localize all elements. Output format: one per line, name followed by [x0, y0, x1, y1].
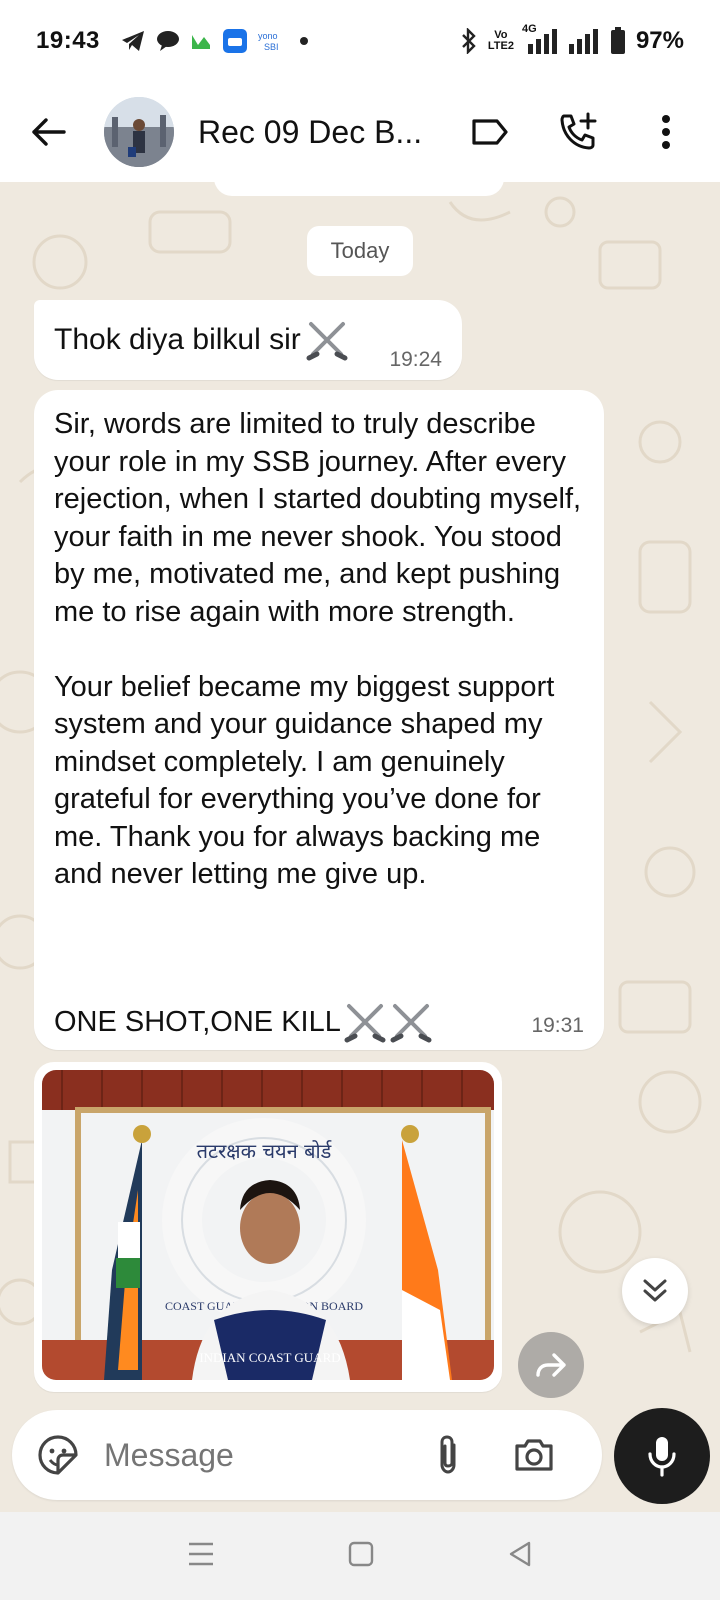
back-button[interactable]	[20, 104, 76, 160]
status-bar: 19:43 yono SBI Vo LTE2 4G 97%	[0, 0, 720, 82]
paperclip-icon	[440, 1435, 456, 1474]
home-button[interactable]	[348, 1541, 374, 1572]
photo-image: तटरक्षक चयन बोर्ड COAST GUARD SELECTION …	[42, 1070, 494, 1380]
chat-title[interactable]: Rec 09 Dec B...	[198, 114, 448, 151]
shirt-text: INDIAN COAST GUARD	[199, 1350, 340, 1365]
message-bubble-1[interactable]: Thok diya bilkul sir 19:24	[34, 300, 462, 380]
more-vert-icon	[662, 115, 670, 149]
message-text-1: Thok diya bilkul sir	[54, 318, 349, 362]
menu-lines-icon	[188, 1542, 213, 1565]
crossed-swords-icon	[306, 322, 348, 361]
sticker-button[interactable]	[34, 1431, 82, 1479]
message-text-2: Sir, words are limited to truly describe…	[54, 408, 582, 890]
system-nav-bar	[0, 1512, 720, 1600]
status-time: 19:43	[36, 27, 100, 54]
battery-percent: 97%	[635, 27, 684, 54]
message-composer	[0, 1400, 720, 1512]
sign-text: तटरक्षक चयन बोर्ड	[197, 1139, 333, 1163]
signal-icon	[568, 28, 600, 54]
label-button[interactable]	[466, 108, 514, 156]
contact-avatar[interactable]	[104, 97, 174, 167]
svg-text:yono: yono	[258, 31, 278, 41]
message-input-container[interactable]	[12, 1410, 602, 1500]
bank-app-icon	[222, 28, 248, 54]
message-time-1: 19:24	[389, 348, 442, 371]
signal-4g-icon: 4G	[522, 24, 558, 54]
nav-back-button[interactable]	[507, 1540, 533, 1573]
scroll-to-bottom-button[interactable]	[622, 1258, 688, 1324]
volte-icon: Vo LTE2	[487, 29, 514, 52]
green-app-icon	[190, 31, 212, 51]
recents-button[interactable]	[187, 1541, 215, 1572]
voice-record-button[interactable]	[614, 1408, 710, 1504]
forward-button[interactable]	[518, 1332, 584, 1398]
crossed-swords-icon	[344, 1004, 386, 1043]
telegram-icon	[120, 30, 146, 52]
attach-button[interactable]	[426, 1433, 470, 1477]
phone-plus-icon	[560, 112, 597, 150]
chat-header: Rec 09 Dec B...	[0, 82, 720, 182]
home-square-icon	[348, 1541, 374, 1566]
bluetooth-icon	[460, 28, 478, 54]
back-arrow-icon	[32, 118, 66, 146]
svg-text:SBI: SBI	[264, 42, 279, 52]
label-icon	[472, 119, 508, 145]
more-notifications-dot	[299, 37, 308, 45]
battery-icon	[610, 27, 626, 55]
forward-icon	[536, 1353, 566, 1377]
crossed-swords-icon	[390, 1004, 432, 1043]
date-chip: Today	[307, 226, 413, 276]
previous-message-edge	[214, 182, 504, 196]
image-message[interactable]: तटरक्षक चयन बोर्ड COAST GUARD SELECTION …	[34, 1062, 502, 1392]
camera-button[interactable]	[510, 1431, 558, 1479]
microphone-icon	[648, 1437, 676, 1477]
double-chevron-down-icon	[643, 1279, 667, 1302]
camera-icon	[515, 1439, 553, 1471]
photo-thumbnail[interactable]: तटरक्षक चयन बोर्ड COAST GUARD SELECTION …	[42, 1070, 494, 1380]
more-options-button[interactable]	[642, 108, 690, 156]
message-time-2: 19:31	[531, 1014, 584, 1037]
chat-icon	[156, 30, 180, 52]
message-signoff: ONE SHOT,ONE KILL	[54, 1000, 433, 1044]
message-bubble-2[interactable]: Sir, words are limited to truly describe…	[34, 390, 604, 1050]
back-triangle-icon	[510, 1541, 531, 1566]
chat-area[interactable]: Today Thok diya bilkul sir 19:24 Sir, wo…	[0, 182, 720, 1400]
yono-sbi-icon: yono SBI	[258, 30, 290, 52]
sticker-emoji-icon	[38, 1435, 78, 1475]
add-call-button[interactable]	[554, 108, 602, 156]
message-input[interactable]	[104, 1436, 404, 1474]
